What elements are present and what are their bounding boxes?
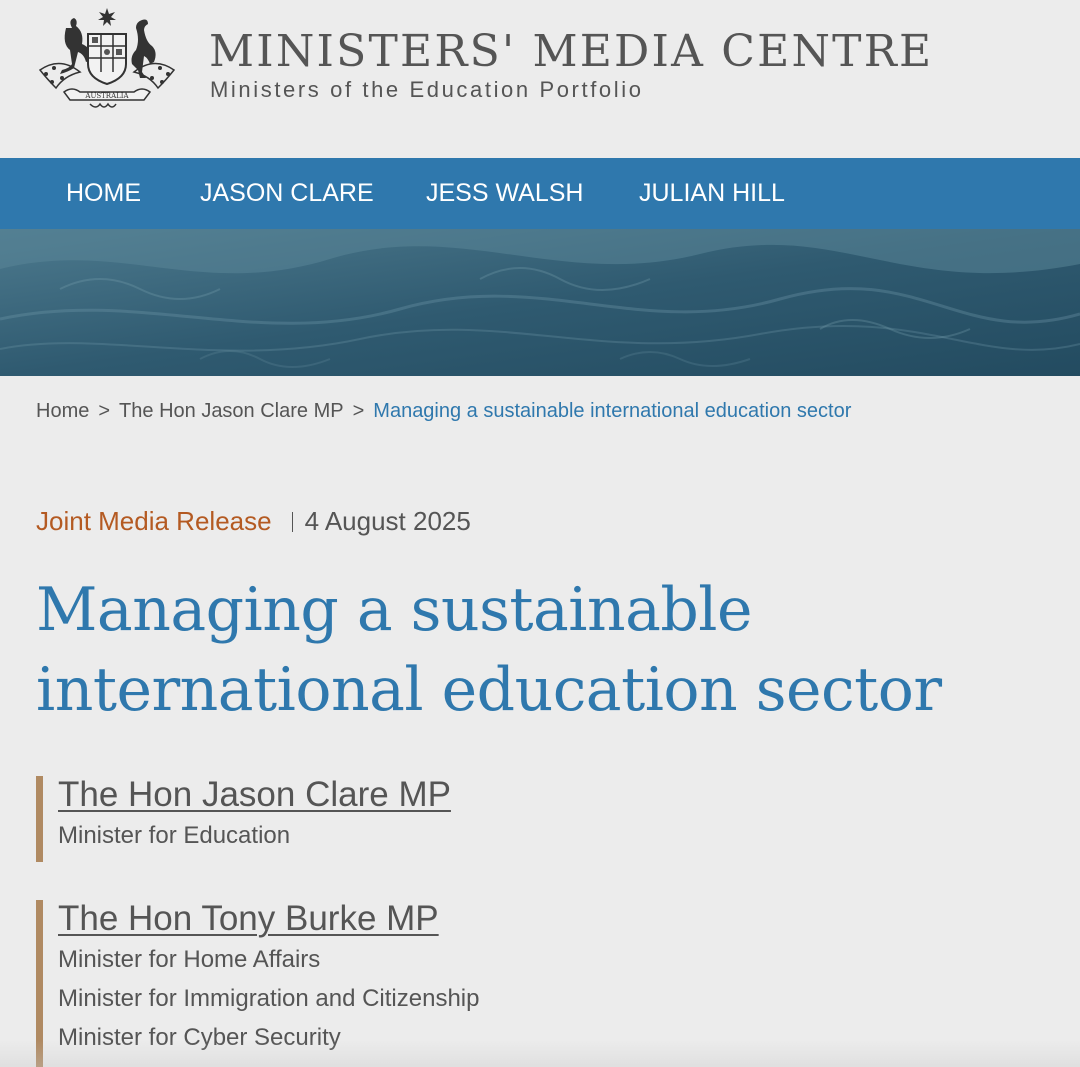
breadcrumb-separator: > bbox=[352, 400, 365, 422]
breadcrumb-home[interactable]: Home bbox=[36, 400, 89, 422]
meta-divider bbox=[291, 512, 293, 532]
release-date: 4 August 2025 bbox=[304, 506, 471, 536]
breadcrumb-jason-clare[interactable]: The Hon Jason Clare MP bbox=[119, 400, 344, 422]
site-title[interactable]: MINISTERS' MEDIA CENTRE bbox=[209, 26, 933, 77]
breadcrumb-current: Managing a sustainable international edu… bbox=[373, 400, 852, 422]
minister-name-link[interactable]: The Hon Tony Burke MP bbox=[58, 898, 958, 940]
release-type: Joint Media Release bbox=[36, 506, 272, 536]
coat-of-arms-icon: AUSTRALIA bbox=[38, 8, 176, 108]
nav-home[interactable]: HOME bbox=[66, 158, 141, 229]
page: AUSTRALIA MINISTERS' MEDIA CENTRE Minist… bbox=[0, 0, 1080, 1067]
release-meta: Joint Media Release 4 August 2025 bbox=[36, 506, 471, 537]
water-texture-image bbox=[0, 229, 1080, 376]
bottom-shadow bbox=[0, 1040, 1080, 1067]
minister-role: Minister for Home Affairs bbox=[58, 946, 321, 973]
nav-jess-walsh[interactable]: JESS WALSH bbox=[426, 158, 583, 229]
main-nav: HOME JASON CLARE JESS WALSH JULIAN HILL bbox=[0, 158, 1080, 229]
minister-role: Minister for Immigration and Citizenship bbox=[58, 985, 480, 1012]
minister-role: Minister for Education bbox=[58, 822, 291, 849]
site-subtitle: Ministers of the Education Portfolio bbox=[210, 77, 644, 102]
hero-banner bbox=[0, 229, 1080, 376]
minister-name-link[interactable]: The Hon Jason Clare MP bbox=[58, 774, 958, 816]
nav-julian-hill[interactable]: JULIAN HILL bbox=[639, 158, 785, 229]
nav-jason-clare[interactable]: JASON CLARE bbox=[200, 158, 374, 229]
breadcrumb-separator: > bbox=[98, 400, 111, 422]
minister-block: The Hon Jason Clare MP Minister for Educ… bbox=[36, 774, 958, 862]
site-header: AUSTRALIA MINISTERS' MEDIA CENTRE Minist… bbox=[0, 0, 1080, 158]
crest-scroll-text: AUSTRALIA bbox=[84, 92, 129, 100]
page-title: Managing a sustainable international edu… bbox=[36, 575, 942, 725]
breadcrumb: Home > The Hon Jason Clare MP > Managing a s… bbox=[36, 400, 851, 423]
